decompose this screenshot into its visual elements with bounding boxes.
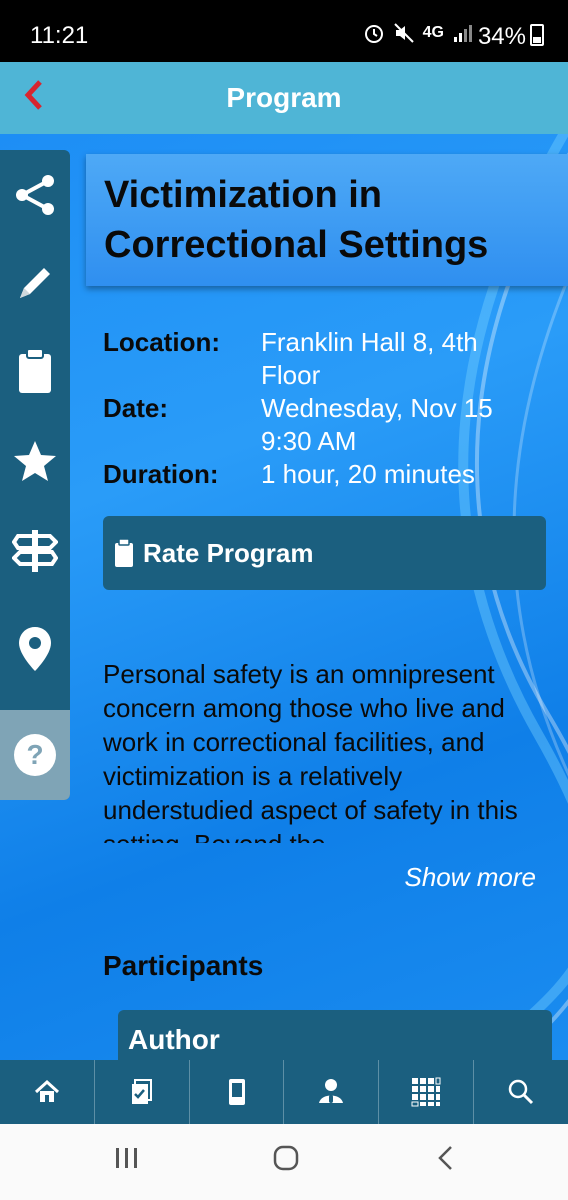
help-icon: ?	[14, 734, 56, 776]
date-label: Date:	[103, 393, 169, 423]
side-menu: ?	[0, 150, 70, 800]
rate-program-label: Rate Program	[143, 537, 314, 568]
tab-schedule[interactable]	[95, 1060, 190, 1124]
signal-icon	[454, 25, 472, 42]
notes-button[interactable]	[0, 238, 70, 328]
tab-home[interactable]	[0, 1060, 95, 1124]
clipboard-icon	[19, 348, 51, 393]
back-nav-button[interactable]	[434, 1144, 458, 1177]
show-more-link[interactable]: Show more	[405, 862, 537, 893]
tab-speakers[interactable]	[284, 1060, 380, 1124]
bottom-tab-bar	[0, 1060, 568, 1124]
help-button[interactable]: ?	[0, 710, 70, 800]
duration-row: Duration: 1 hour, 20 minutes	[103, 458, 543, 491]
status-time: 11:21	[30, 22, 89, 49]
battery-icon	[530, 24, 544, 46]
status-bar: 11:21 4G 34%	[0, 0, 568, 62]
home-icon	[34, 1079, 59, 1102]
rate-program-button[interactable]: Rate Program	[103, 516, 546, 590]
date-text: Wednesday, Nov 15	[261, 393, 493, 423]
author-label: Author	[128, 1024, 220, 1055]
home-nav-icon	[273, 1145, 299, 1171]
device-icon	[228, 1079, 245, 1105]
date-row: Date: Wednesday, Nov 15 9:30 AM	[103, 392, 543, 458]
location-label: Location:	[103, 327, 220, 357]
map-pin-icon	[19, 627, 51, 671]
map-button[interactable]	[0, 604, 70, 694]
recent-apps-button[interactable]	[114, 1144, 140, 1177]
duration-value: 1 hour, 20 minutes	[261, 459, 475, 489]
clipboard-icon	[113, 538, 135, 568]
signpost-icon	[12, 530, 58, 572]
schedule-icon	[131, 1079, 152, 1104]
mute-icon	[393, 23, 414, 43]
program-description: Personal safety is an omnipresent concer…	[103, 659, 518, 843]
date-value: Wednesday, Nov 15 9:30 AM	[261, 392, 543, 458]
survey-button[interactable]	[0, 326, 70, 416]
time-text: 9:30 AM	[261, 426, 357, 456]
page-title: Program	[226, 82, 342, 113]
star-icon	[14, 441, 56, 481]
share-button[interactable]	[0, 150, 70, 240]
home-nav-button[interactable]	[272, 1144, 300, 1177]
search-icon	[508, 1079, 534, 1105]
tab-more[interactable]	[379, 1060, 475, 1124]
tab-device[interactable]	[190, 1060, 285, 1124]
system-nav-bar	[0, 1124, 568, 1200]
svg-text:?: ?	[26, 739, 43, 770]
directions-button[interactable]	[0, 506, 70, 596]
program-title: Victimization in Correctional Settings	[104, 174, 489, 266]
duration-label: Duration:	[103, 459, 219, 489]
program-title-card: Victimization in Correctional Settings	[86, 154, 568, 286]
battery-percent: 34%	[477, 23, 526, 50]
program-details: Location: Franklin Hall 8, 4th Floor Dat…	[103, 326, 543, 491]
recent-apps-icon	[116, 1148, 137, 1168]
pencil-icon	[20, 268, 50, 298]
back-nav-icon	[438, 1146, 452, 1170]
favorite-button[interactable]	[0, 416, 70, 506]
location-value: Franklin Hall 8, 4th Floor	[261, 327, 478, 390]
app-header: Program	[0, 62, 568, 134]
network-type: 4G	[422, 24, 444, 41]
speaker-icon	[319, 1079, 344, 1103]
grid-icon	[411, 1077, 441, 1107]
participants-heading: Participants	[103, 950, 264, 981]
share-icon	[16, 175, 54, 215]
alarm-icon	[364, 25, 383, 43]
location-row: Location: Franklin Hall 8, 4th Floor	[103, 326, 543, 392]
status-icons: 4G	[363, 22, 472, 44]
battery: 34%	[478, 22, 544, 51]
tab-search[interactable]	[474, 1060, 568, 1124]
